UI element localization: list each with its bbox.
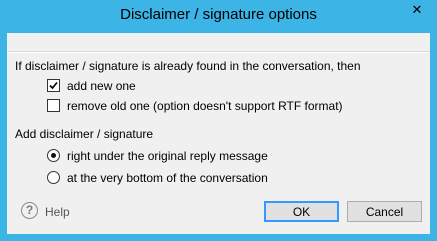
dialog-body: If disclaimer / signature is already fou…	[7, 33, 430, 234]
right-under-reply-label[interactable]: right under the original reply message	[67, 149, 268, 163]
window-title: Disclaimer / signature options	[120, 6, 317, 23]
bottom-of-conversation-label[interactable]: at the very bottom of the conversation	[67, 171, 268, 185]
help-icon[interactable]: ?	[21, 202, 38, 219]
title-bar[interactable]: Disclaimer / signature options ✕	[0, 0, 437, 33]
radio-selected-dot	[51, 153, 56, 158]
add-new-one-label[interactable]: add new one	[67, 79, 136, 93]
checkmark-icon	[49, 81, 58, 90]
right-under-reply-radio[interactable]	[47, 149, 60, 162]
existing-signature-heading: If disclaimer / signature is already fou…	[15, 59, 361, 73]
close-icon: ✕	[411, 2, 423, 17]
add-new-one-checkbox[interactable]	[47, 79, 60, 92]
close-button[interactable]: ✕	[403, 0, 431, 20]
bottom-of-conversation-radio[interactable]	[47, 171, 60, 184]
dialog-window: Disclaimer / signature options ✕ If disc…	[0, 0, 437, 241]
top-divider	[7, 51, 430, 53]
help-link[interactable]: Help	[45, 205, 70, 219]
ok-button[interactable]: OK	[264, 201, 339, 222]
remove-old-one-label[interactable]: remove old one (option doesn't support R…	[67, 99, 343, 113]
add-signature-heading: Add disclaimer / signature	[15, 127, 154, 141]
cancel-button[interactable]: Cancel	[347, 201, 422, 222]
remove-old-one-checkbox[interactable]	[47, 99, 60, 112]
